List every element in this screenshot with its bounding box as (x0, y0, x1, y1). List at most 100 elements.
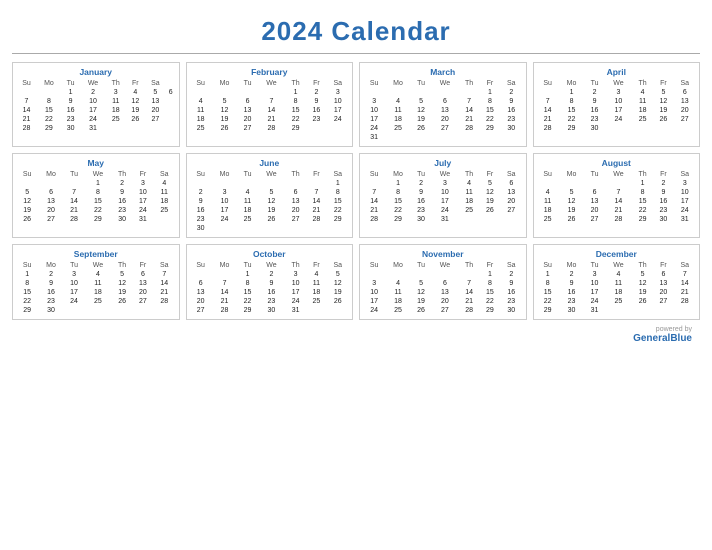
day-cell (385, 270, 410, 279)
day-header: Mo (559, 170, 584, 179)
week-row: 12 (363, 88, 523, 97)
day-cell: 3 (327, 88, 349, 97)
day-cell: 13 (431, 288, 458, 297)
day-cell: 17 (584, 288, 605, 297)
day-header: We (431, 261, 458, 270)
day-cell: 26 (212, 124, 237, 133)
day-cell: 7 (458, 279, 479, 288)
day-header: We (605, 79, 632, 88)
day-cell: 16 (38, 288, 63, 297)
day-cell (363, 88, 385, 97)
day-cell: 1 (237, 270, 258, 279)
day-cell: 1 (632, 179, 653, 188)
day-header: Sa (327, 261, 349, 270)
day-header: Su (16, 170, 38, 179)
week-row: 28293031 (16, 124, 176, 133)
day-cell: 13 (38, 197, 63, 206)
day-cell: 21 (605, 206, 632, 215)
day-header: Sa (500, 261, 522, 270)
day-header: Mo (212, 261, 237, 270)
day-cell: 21 (306, 206, 326, 215)
day-cell: 21 (363, 206, 385, 215)
day-cell: 7 (16, 97, 37, 106)
day-cell (212, 270, 237, 279)
day-cell: 19 (16, 206, 38, 215)
day-cell: 3 (133, 179, 153, 188)
day-cell: 2 (258, 270, 285, 279)
month-table: SuMoTuWeThFrSa12345678910111213141516171… (16, 170, 176, 224)
day-cell: 14 (258, 106, 285, 115)
day-cell (605, 124, 632, 133)
month-title: May (16, 158, 176, 168)
day-cell: 2 (80, 88, 105, 97)
month-table: SuMoTuWeThFrSa12345678910111213141516171… (363, 261, 523, 315)
day-header: Th (111, 170, 132, 179)
day-cell (285, 224, 306, 233)
day-cell (106, 124, 126, 133)
day-cell: 7 (306, 188, 326, 197)
day-cell: 5 (212, 97, 237, 106)
day-header: Th (458, 170, 479, 179)
month-title: March (363, 67, 523, 77)
day-cell: 21 (458, 297, 479, 306)
day-cell: 29 (327, 215, 349, 224)
day-cell (632, 124, 653, 133)
day-cell: 1 (480, 88, 500, 97)
day-header: Tu (64, 170, 85, 179)
week-row: 30 (190, 224, 350, 233)
day-cell: 16 (258, 288, 285, 297)
month-title: August (537, 158, 697, 168)
week-row: 2930 (16, 306, 176, 315)
day-header: Su (537, 79, 559, 88)
day-cell (605, 306, 632, 315)
day-cell: 19 (653, 106, 673, 115)
day-header: Fr (126, 79, 145, 88)
day-cell: 23 (559, 297, 584, 306)
month-may: May SuMoTuWeThFrSa12345678910111213141516… (12, 153, 180, 238)
day-header: Fr (653, 261, 673, 270)
day-header: Su (363, 261, 385, 270)
day-cell: 13 (653, 279, 673, 288)
week-row: 21222324252627 (537, 115, 697, 124)
day-cell (190, 179, 212, 188)
day-cell: 18 (458, 197, 479, 206)
day-cell: 18 (106, 106, 126, 115)
day-cell: 10 (674, 188, 696, 197)
week-row: 18192021222324 (537, 206, 697, 215)
day-cell: 8 (559, 97, 584, 106)
week-row: 24252627282930 (363, 306, 523, 315)
day-cell: 16 (411, 197, 432, 206)
day-header: Su (16, 261, 38, 270)
day-cell: 5 (632, 270, 653, 279)
day-cell: 11 (106, 97, 126, 106)
day-cell: 19 (411, 297, 432, 306)
day-cell: 30 (500, 124, 522, 133)
day-cell: 4 (84, 270, 111, 279)
day-cell: 27 (38, 215, 63, 224)
day-header: Th (632, 261, 653, 270)
day-cell: 9 (190, 197, 212, 206)
day-cell: 30 (500, 306, 522, 315)
day-cell: 2 (306, 88, 326, 97)
day-cell (632, 306, 653, 315)
week-row: 23242526272829 (190, 215, 350, 224)
day-cell: 3 (674, 179, 696, 188)
day-cell: 14 (537, 106, 559, 115)
day-cell: 20 (653, 288, 673, 297)
day-cell: 20 (237, 115, 258, 124)
day-cell: 23 (306, 115, 326, 124)
day-cell (500, 133, 522, 142)
day-cell: 10 (64, 279, 85, 288)
day-cell (500, 215, 522, 224)
day-header: Tu (584, 170, 605, 179)
day-cell: 15 (537, 288, 559, 297)
day-cell: 31 (285, 306, 306, 315)
day-cell: 28 (605, 215, 632, 224)
week-row: 31 (363, 133, 523, 142)
day-cell: 3 (106, 88, 126, 97)
day-cell (458, 133, 479, 142)
day-cell: 23 (653, 206, 673, 215)
day-cell (258, 88, 285, 97)
day-cell: 14 (306, 197, 326, 206)
day-cell (431, 133, 458, 142)
